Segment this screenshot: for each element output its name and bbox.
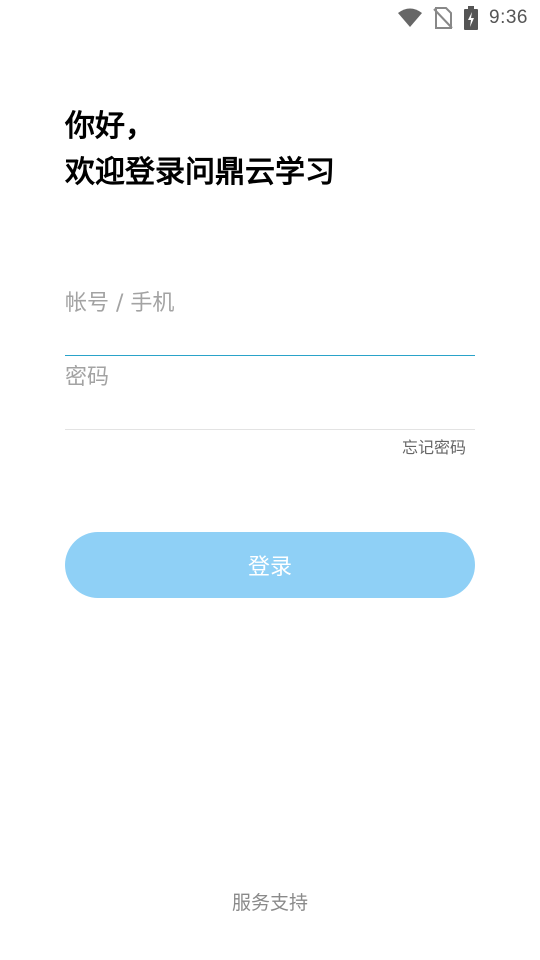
password-input[interactable] <box>65 360 475 394</box>
status-icons: 9:36 <box>397 4 528 32</box>
wifi-icon <box>397 8 423 28</box>
battery-charging-icon <box>463 6 479 30</box>
service-support-link[interactable]: 服务支持 <box>0 888 540 915</box>
status-bar: 9:36 <box>0 0 540 36</box>
login-button[interactable]: 登录 <box>65 532 475 598</box>
greeting-line-1: 你好， <box>65 109 155 144</box>
status-time: 9:36 <box>489 7 528 28</box>
greeting-line-2: 欢迎登录问鼎云学习 <box>65 155 335 190</box>
welcome-heading: 你好， 欢迎登录问鼎云学习 <box>65 104 335 196</box>
login-screen: 9:36 你好， 欢迎登录问鼎云学习 忘记密码 登录 服务支持 <box>0 0 540 960</box>
account-field <box>65 284 475 356</box>
forgot-password-link[interactable]: 忘记密码 <box>402 434 466 458</box>
password-field <box>65 358 475 430</box>
no-sim-icon <box>433 7 453 29</box>
account-input[interactable] <box>65 286 475 320</box>
